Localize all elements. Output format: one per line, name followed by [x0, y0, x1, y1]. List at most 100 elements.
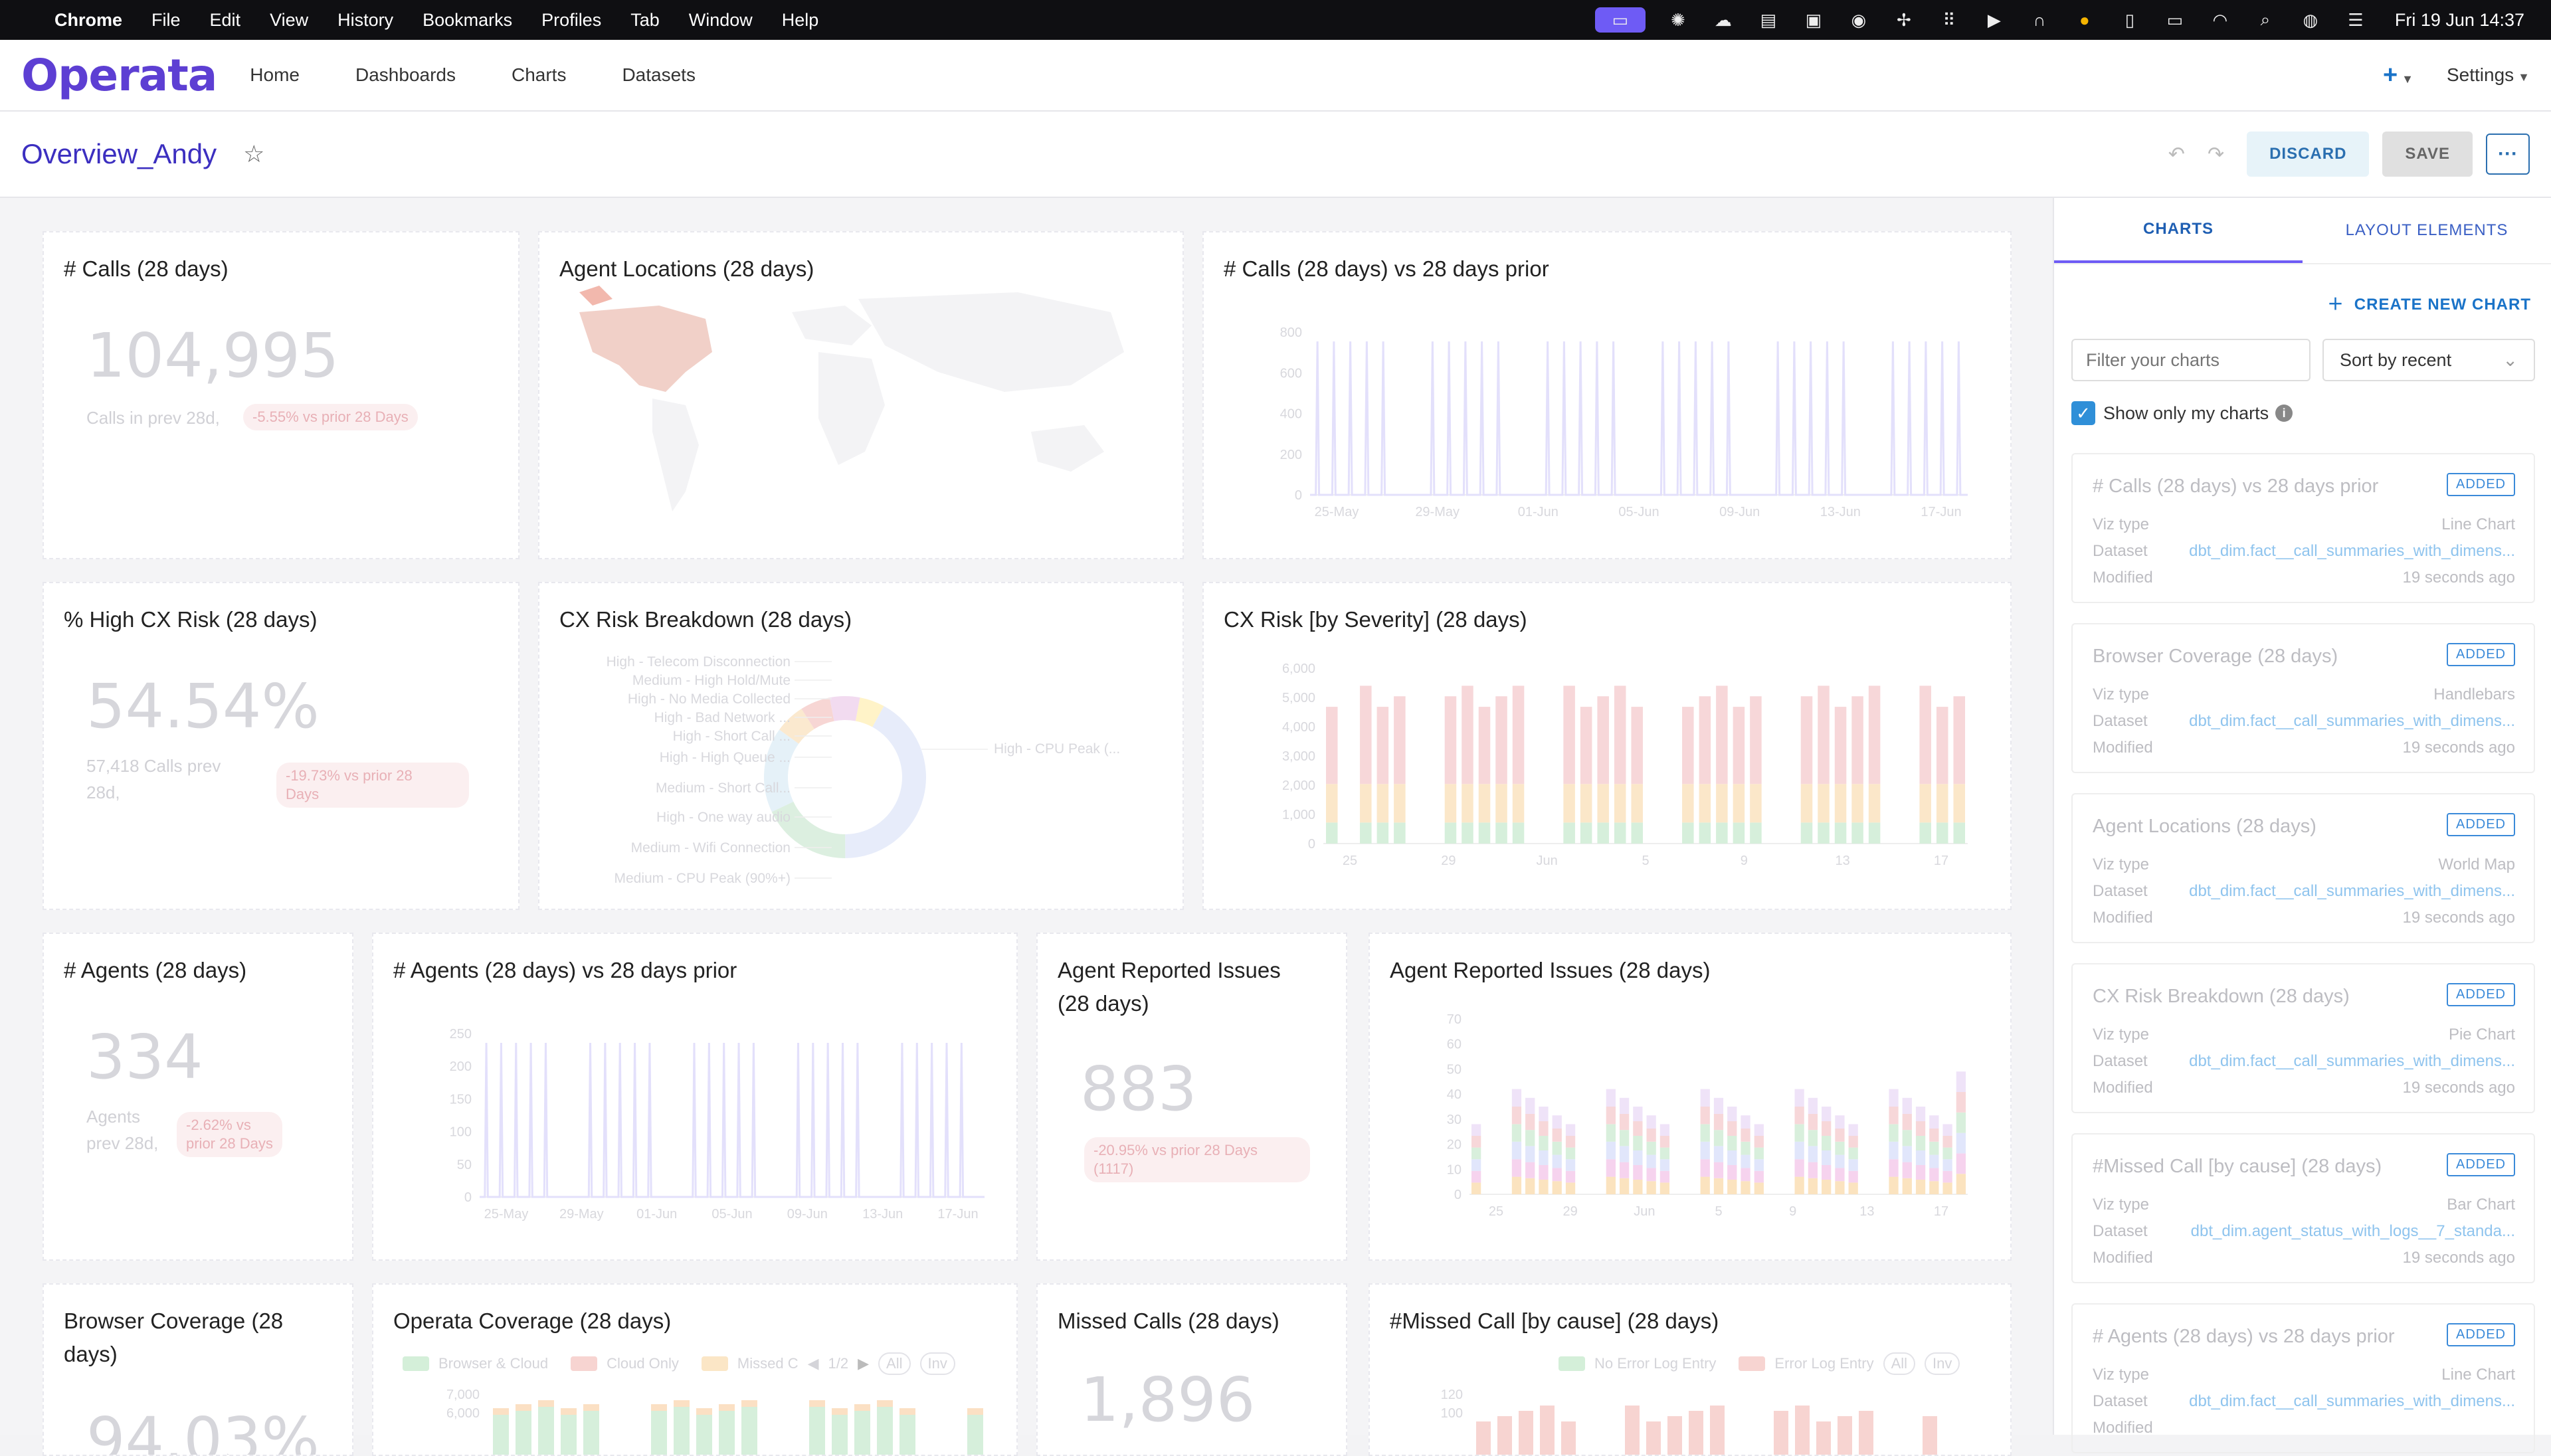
create-new-chart-button[interactable]: ＋ CREATE NEW CHART — [2327, 291, 2531, 314]
bar-segment — [741, 1407, 757, 1455]
dataset-link[interactable]: dbt_dim.fact__call_summaries_with_dimens… — [2189, 542, 2515, 561]
nav-datasets[interactable]: Datasets — [622, 64, 696, 86]
star-icon[interactable]: ☆ — [243, 140, 264, 168]
checkbox-checked-icon[interactable]: ✓ — [2071, 401, 2095, 425]
bar-segment — [854, 1411, 870, 1455]
card-cx-risk-breakdown[interactable]: CX Risk Breakdown (28 days) High - Telec… — [538, 582, 1184, 910]
bar-segment — [1525, 1146, 1535, 1162]
bar-segment — [1360, 685, 1372, 784]
wifi-icon[interactable]: ◠ — [2208, 7, 2233, 33]
menu-history[interactable]: History — [337, 10, 393, 31]
dashboard-title[interactable]: Overview_Andy — [21, 138, 217, 170]
filter-charts-input[interactable] — [2071, 339, 2311, 381]
save-button[interactable]: SAVE — [2382, 132, 2473, 177]
card-calls-vs-prior[interactable]: # Calls (28 days) vs 28 days prior 0 200 4… — [1202, 231, 2012, 559]
sort-select[interactable]: Sort by recent ⌄ — [2322, 339, 2535, 381]
bar-segment — [1733, 707, 1745, 784]
card-missed-by-cause[interactable]: #Missed Call [by cause] (28 days) No Err… — [1369, 1283, 2012, 1456]
bar-segment — [1540, 1406, 1555, 1455]
bar-segment — [1808, 1162, 1818, 1178]
discard-button[interactable]: DISCARD — [2247, 132, 2370, 177]
delta-pill: -20.95% vs prior 28 Days (1117) — [1084, 1137, 1310, 1182]
x-tick-label: 01-Jun — [1518, 505, 1559, 519]
chart-list-item[interactable]: #Missed Call [by cause] (28 days) ADDED … — [2071, 1133, 2535, 1283]
tab-layout-elements[interactable]: LAYOUT ELEMENTS — [2303, 198, 2551, 263]
chart-list-item[interactable]: CX Risk Breakdown (28 days) ADDED Viz ty… — [2071, 963, 2535, 1113]
headphones-icon[interactable]: ∩ — [2027, 7, 2052, 33]
settings-menu[interactable]: Settings ▼ — [2447, 64, 2530, 86]
show-mine-checkbox[interactable]: ✓ Show only my charts i — [2071, 401, 2293, 425]
password-icon[interactable]: ◉ — [1846, 7, 1871, 33]
sun-icon[interactable]: ✺ — [1665, 7, 1691, 33]
app-logo[interactable]: Operata — [21, 50, 217, 101]
dataset-label: Dataset — [2093, 882, 2148, 900]
card-agents[interactable]: # Agents (28 days) 334 Agents prev 28d, … — [43, 933, 353, 1261]
bar-segment — [1741, 1168, 1750, 1182]
dataset-link[interactable]: dbt_dim.fact__call_summaries_with_dimens… — [2189, 882, 2515, 901]
card-agent-issues-number[interactable]: Agent Reported Issues (28 days) 883 -20.… — [1036, 933, 1347, 1261]
nav-dashboards[interactable]: Dashboards — [355, 64, 456, 86]
window-icon[interactable]: ▤ — [1756, 7, 1781, 33]
chart-list-item[interactable]: Agent Locations (28 days) ADDED Viz type… — [2071, 793, 2535, 943]
menu-view[interactable]: View — [270, 10, 308, 31]
bar-segment — [674, 1407, 690, 1455]
dataset-link[interactable]: dbt_dim.agent_status_with_logs__7_standa… — [2191, 1222, 2515, 1241]
bar-segment — [1713, 1162, 1724, 1178]
screen-share-icon[interactable]: ▭ — [1594, 7, 1646, 33]
menu-app-name[interactable]: Chrome — [54, 10, 122, 31]
notification-icon[interactable]: ● — [2072, 7, 2097, 33]
cloud-icon[interactable]: ☁ — [1711, 7, 1736, 33]
contact-icon[interactable]: ▯ — [2117, 7, 2142, 33]
slice-label: Medium - High Hold/Mute — [632, 673, 791, 688]
card-agent-locations[interactable]: Agent Locations (28 days) — [538, 231, 1184, 559]
chart-list-item[interactable]: Browser Coverage (28 days) ADDED Viz typ… — [2071, 623, 2535, 773]
pinwheel-icon[interactable]: ✢ — [1891, 7, 1917, 33]
menu-bookmarks[interactable]: Bookmarks — [423, 10, 512, 31]
more-options-button[interactable]: ··· — [2486, 134, 2530, 175]
card-operata-coverage[interactable]: Operata Coverage (28 days) Browser & Clo… — [372, 1283, 1018, 1456]
bar-segment — [1394, 784, 1406, 823]
bar-segment — [1606, 1124, 1616, 1142]
card-calls[interactable]: # Calls (28 days) 104,995 Calls in prev … — [43, 231, 520, 559]
card-agent-issues-chart[interactable]: Agent Reported Issues (28 days) 0 10 20 30 4… — [1369, 933, 2012, 1261]
bar-segment — [1835, 1154, 1845, 1168]
bar-segment — [1511, 1107, 1522, 1125]
siri-icon[interactable]: ◍ — [2298, 7, 2323, 33]
menu-help[interactable]: Help — [782, 10, 819, 31]
bar-segment — [1633, 1150, 1643, 1165]
bar-segment — [1597, 784, 1609, 823]
grid-icon[interactable]: ⠿ — [1937, 7, 1962, 33]
card-agents-vs-prior[interactable]: # Agents (28 days) vs 28 days prior 0 50 1… — [372, 933, 1018, 1261]
menubar-clock[interactable]: Fri 19 Jun 14:37 — [2395, 10, 2524, 31]
briefcase-icon[interactable]: ▣ — [1801, 7, 1826, 33]
control-center-icon[interactable]: ☰ — [2343, 7, 2368, 33]
menu-profiles[interactable]: Profiles — [541, 10, 601, 31]
delta-pill: -5.55% vs prior 28 Days — [243, 404, 418, 430]
card-missed-calls[interactable]: Missed Calls (28 days) 1,896 — [1036, 1283, 1347, 1456]
chart-list-item[interactable]: # Calls (28 days) vs 28 days prior ADDED… — [2071, 453, 2535, 603]
bar-segment — [1818, 685, 1830, 784]
nav-charts[interactable]: Charts — [512, 64, 566, 86]
dataset-link[interactable]: dbt_dim.fact__call_summaries_with_dimens… — [2189, 1052, 2515, 1071]
info-icon[interactable]: i — [2275, 405, 2293, 422]
menu-window[interactable]: Window — [689, 10, 753, 31]
nav-home[interactable]: Home — [250, 64, 300, 86]
card-cx-risk-percent[interactable]: % High CX Risk (28 days) 54.54% 57,418 C… — [43, 582, 520, 910]
search-icon[interactable]: ⌕ — [2253, 7, 2278, 33]
x-tick-label: 25 — [1489, 1204, 1503, 1219]
battery-icon[interactable]: ▭ — [2162, 7, 2188, 33]
chart-list-item[interactable]: # Agents (28 days) vs 28 days prior ADDE… — [2071, 1303, 2535, 1453]
redo-icon[interactable]: ↷ — [2208, 143, 2224, 166]
create-label: CREATE NEW CHART — [2354, 296, 2531, 314]
menu-tab[interactable]: Tab — [630, 10, 660, 31]
undo-icon[interactable]: ↶ — [2168, 143, 2185, 166]
dataset-link[interactable]: dbt_dim.fact__call_summaries_with_dimens… — [2189, 1392, 2515, 1411]
play-icon[interactable]: ▶ — [1982, 7, 2007, 33]
menu-edit[interactable]: Edit — [210, 10, 241, 31]
menu-file[interactable]: File — [151, 10, 181, 31]
card-browser-coverage[interactable]: Browser Coverage (28 days) 94.03% — [43, 1283, 353, 1456]
dataset-link[interactable]: dbt_dim.fact__call_summaries_with_dimens… — [2189, 712, 2515, 731]
add-menu-button[interactable]: + ▼ — [2383, 61, 2413, 90]
tab-charts[interactable]: CHARTS — [2054, 198, 2303, 263]
card-cx-risk-severity[interactable]: CX Risk [by Severity] (28 days) 0 1,000 2,… — [1202, 582, 2012, 910]
